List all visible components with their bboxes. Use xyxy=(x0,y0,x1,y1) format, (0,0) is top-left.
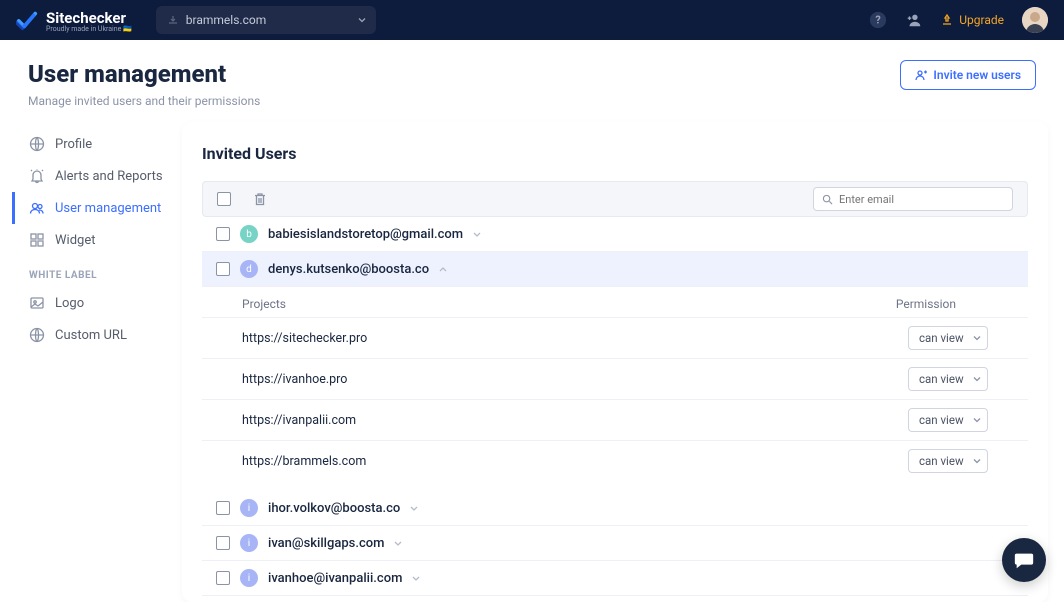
logo-icon xyxy=(16,9,38,31)
user-checkbox[interactable] xyxy=(216,262,230,276)
sidebar-item-widget[interactable]: Widget xyxy=(12,224,182,256)
upgrade-button[interactable]: Upgrade xyxy=(941,13,1004,27)
search-input-wrapper[interactable] xyxy=(813,187,1013,211)
sidebar-item-user-management[interactable]: User management xyxy=(12,192,182,224)
sidebar-item-profile[interactable]: Profile xyxy=(12,128,182,160)
project-row: https://ivanpalii.com can view xyxy=(202,399,1028,440)
permission-select[interactable]: can view xyxy=(908,408,988,432)
user-avatar-badge: i xyxy=(240,534,258,552)
download-icon xyxy=(168,15,178,25)
projects-panel: Projects Permission https://sitechecker.pr… xyxy=(202,287,1028,491)
upgrade-label: Upgrade xyxy=(959,13,1004,27)
sidebar-item-logo[interactable]: Logo xyxy=(12,287,182,319)
chevron-down-icon[interactable] xyxy=(394,541,402,546)
user-checkbox[interactable] xyxy=(216,227,230,241)
domain-selector[interactable]: brammels.com xyxy=(156,6,376,34)
sidebar-label: User management xyxy=(55,201,161,216)
domain-label: brammels.com xyxy=(186,13,266,27)
invite-label: Invite new users xyxy=(933,68,1021,82)
user-email: ivan@skillgaps.com xyxy=(268,536,384,551)
permission-col-label: Permission xyxy=(896,297,956,311)
globe-icon xyxy=(29,327,45,343)
user-email: ihor.volkov@boosta.co xyxy=(268,501,400,516)
user-row[interactable]: i ivanhoe@ivanpalii.com xyxy=(202,561,1028,596)
delete-icon[interactable] xyxy=(253,192,267,206)
project-url: https://brammels.com xyxy=(242,454,366,469)
invite-users-button[interactable]: Invite new users xyxy=(900,60,1036,90)
sidebar-item-custom-url[interactable]: Custom URL xyxy=(12,319,182,351)
page-title: User management xyxy=(28,60,260,88)
user-row[interactable]: b babiesislandstoretop@gmail.com xyxy=(202,217,1028,252)
user-avatar-badge: b xyxy=(240,225,258,243)
chevron-down-icon xyxy=(973,377,981,382)
globe-icon xyxy=(29,136,45,152)
sidebar-label: Logo xyxy=(55,296,84,311)
project-row: https://sitechecker.pro can view xyxy=(202,317,1028,358)
upgrade-icon xyxy=(941,14,953,26)
project-url: https://ivanhoe.pro xyxy=(242,372,347,387)
user-row[interactable]: i ihor.volkov@boosta.co xyxy=(202,491,1028,526)
chevron-down-icon xyxy=(973,459,981,464)
page-header: User management Manage invited users and… xyxy=(0,40,1064,122)
project-url: https://sitechecker.pro xyxy=(242,331,367,346)
user-row[interactable]: i ivan@skillgaps.com xyxy=(202,526,1028,561)
permission-select[interactable]: can view xyxy=(908,449,988,473)
user-checkbox[interactable] xyxy=(216,536,230,550)
chevron-down-icon xyxy=(973,336,981,341)
user-email: babiesislandstoretop@gmail.com xyxy=(268,227,463,242)
user-email: denys.kutsenko@boosta.co xyxy=(268,262,429,277)
sidebar-section-label: WHITE LABEL xyxy=(12,256,182,287)
chat-icon xyxy=(1013,549,1035,571)
user-avatar-badge: i xyxy=(240,499,258,517)
card-title: Invited Users xyxy=(202,144,1028,163)
page-subtitle: Manage invited users and their permissio… xyxy=(28,94,260,108)
user-avatar-badge: i xyxy=(240,569,258,587)
user-email: ivanhoe@ivanpalii.com xyxy=(268,571,402,586)
sidebar: Profile Alerts and Reports User manageme… xyxy=(12,122,182,602)
user-avatar-badge: d xyxy=(240,260,258,278)
chat-widget[interactable] xyxy=(1002,538,1046,582)
project-url: https://ivanpalii.com xyxy=(242,413,356,428)
search-icon xyxy=(822,194,833,205)
users-icon xyxy=(29,200,45,216)
chevron-down-icon xyxy=(973,418,981,423)
help-icon[interactable]: ? xyxy=(869,11,887,29)
chevron-up-icon[interactable] xyxy=(439,267,447,272)
user-row[interactable]: mmandalorian.tatuin@gmail.com xyxy=(202,596,1028,602)
projects-header: Projects Permission xyxy=(202,287,1028,317)
permission-select[interactable]: can view xyxy=(908,367,988,391)
image-icon xyxy=(29,295,45,311)
projects-col-label: Projects xyxy=(242,297,286,311)
sidebar-label: Alerts and Reports xyxy=(55,169,163,184)
chevron-down-icon xyxy=(358,18,366,23)
chevron-down-icon[interactable] xyxy=(410,506,418,511)
table-toolbar xyxy=(202,181,1028,217)
svg-text:?: ? xyxy=(876,14,881,27)
user-checkbox[interactable] xyxy=(216,571,230,585)
search-input[interactable] xyxy=(839,193,1004,206)
sidebar-label: Profile xyxy=(55,137,92,152)
sidebar-item-alerts[interactable]: Alerts and Reports xyxy=(12,160,182,192)
user-avatar[interactable] xyxy=(1022,7,1048,33)
app-header: Sitechecker Proudly made in Ukraine 🇺🇦 b… xyxy=(0,0,1064,40)
logo[interactable]: Sitechecker Proudly made in Ukraine 🇺🇦 xyxy=(16,8,132,33)
logo-text: Sitechecker xyxy=(46,9,126,27)
content-card: Invited Users b babiesislandstoretop@gmai… xyxy=(182,122,1048,602)
user-row[interactable]: d denys.kutsenko@boosta.co xyxy=(202,252,1028,287)
project-row: https://brammels.com can view xyxy=(202,440,1028,481)
user-checkbox[interactable] xyxy=(216,501,230,515)
bell-icon xyxy=(29,168,45,184)
sidebar-label: Widget xyxy=(55,233,95,248)
sidebar-label: Custom URL xyxy=(55,328,127,343)
permission-select[interactable]: can view xyxy=(908,326,988,350)
add-user-icon[interactable] xyxy=(905,11,923,29)
logo-subtitle: Proudly made in Ukraine 🇺🇦 xyxy=(46,25,132,33)
project-row: https://ivanhoe.pro can view xyxy=(202,358,1028,399)
select-all-checkbox[interactable] xyxy=(217,192,231,206)
chevron-down-icon[interactable] xyxy=(473,232,481,237)
user-plus-icon xyxy=(915,69,927,81)
chevron-down-icon[interactable] xyxy=(412,576,420,581)
grid-icon xyxy=(29,232,45,248)
